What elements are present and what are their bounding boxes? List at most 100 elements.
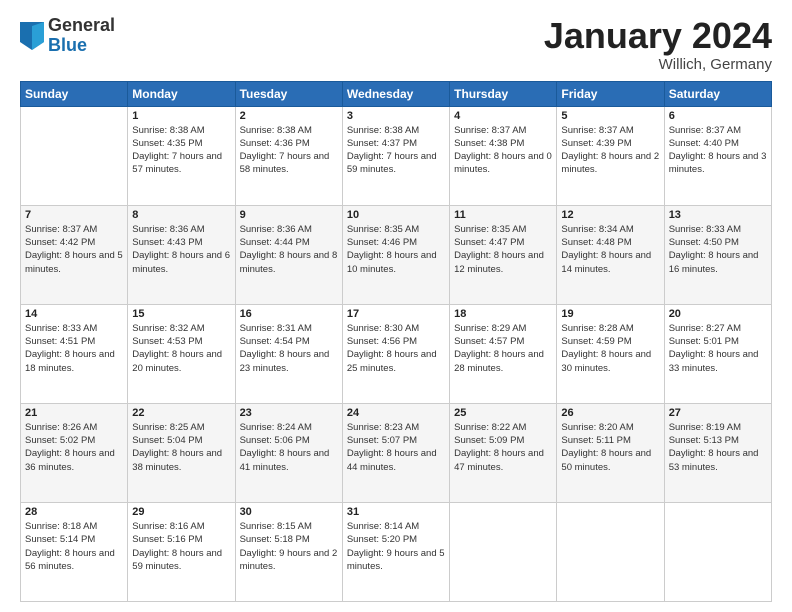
- title-month: January 2024: [544, 16, 772, 56]
- title-block: January 2024 Willich, Germany: [544, 16, 772, 73]
- day-number: 23: [240, 407, 338, 419]
- day-info: Sunrise: 8:25 AMSunset: 5:04 PMDaylight:…: [132, 421, 230, 474]
- col-friday: Friday: [557, 81, 664, 106]
- logo-blue-text: Blue: [48, 36, 115, 56]
- day-number: 19: [561, 308, 659, 320]
- calendar-week-row: 21Sunrise: 8:26 AMSunset: 5:02 PMDayligh…: [21, 403, 772, 502]
- day-info: Sunrise: 8:37 AMSunset: 4:39 PMDaylight:…: [561, 124, 659, 177]
- day-info: Sunrise: 8:30 AMSunset: 4:56 PMDaylight:…: [347, 322, 445, 375]
- day-number: 8: [132, 209, 230, 221]
- day-info: Sunrise: 8:36 AMSunset: 4:43 PMDaylight:…: [132, 223, 230, 276]
- day-number: 15: [132, 308, 230, 320]
- table-row: 30 Sunrise: 8:15 AMSunset: 5:18 PMDayligh…: [235, 502, 342, 601]
- day-number: 4: [454, 110, 552, 122]
- day-info: Sunrise: 8:34 AMSunset: 4:48 PMDaylight:…: [561, 223, 659, 276]
- logo-icon: [20, 22, 44, 50]
- day-number: 1: [132, 110, 230, 122]
- header: General Blue January 2024 Willich, Germa…: [20, 16, 772, 73]
- table-row: 13 Sunrise: 8:33 AMSunset: 4:50 PMDayligh…: [664, 205, 771, 304]
- table-row: 16Sunrise: 8:31 AMSunset: 4:54 PMDayligh…: [235, 304, 342, 403]
- day-info: Sunrise: 8:36 AMSunset: 4:44 PMDaylight:…: [240, 223, 338, 276]
- logo: General Blue: [20, 16, 115, 56]
- day-info: Sunrise: 8:37 AMSunset: 4:42 PMDaylight:…: [25, 223, 123, 276]
- day-info: Sunrise: 8:38 AMSunset: 4:36 PMDaylight:…: [240, 124, 338, 177]
- day-info: Sunrise: 8:18 AMSunset: 5:14 PMDaylight:…: [25, 520, 123, 573]
- day-info: Sunrise: 8:20 AMSunset: 5:11 PMDaylight:…: [561, 421, 659, 474]
- day-number: 20: [669, 308, 767, 320]
- table-row: 3 Sunrise: 8:38 AMSunset: 4:37 PMDaylight…: [342, 106, 449, 205]
- table-row: [557, 502, 664, 601]
- day-number: 12: [561, 209, 659, 221]
- table-row: 25 Sunrise: 8:22 AMSunset: 5:09 PMDayligh…: [450, 403, 557, 502]
- day-info: Sunrise: 8:24 AMSunset: 5:06 PMDaylight:…: [240, 421, 338, 474]
- table-row: 10Sunrise: 8:35 AMSunset: 4:46 PMDayligh…: [342, 205, 449, 304]
- calendar-week-row: 28 Sunrise: 8:18 AMSunset: 5:14 PMDayligh…: [21, 502, 772, 601]
- table-row: 15 Sunrise: 8:32 AMSunset: 4:53 PMDayligh…: [128, 304, 235, 403]
- day-info: Sunrise: 8:28 AMSunset: 4:59 PMDaylight:…: [561, 322, 659, 375]
- col-saturday: Saturday: [664, 81, 771, 106]
- page: General Blue January 2024 Willich, Germa…: [0, 0, 792, 612]
- day-number: 5: [561, 110, 659, 122]
- day-info: Sunrise: 8:37 AMSunset: 4:38 PMDaylight:…: [454, 124, 552, 177]
- day-number: 31: [347, 506, 445, 518]
- day-number: 29: [132, 506, 230, 518]
- day-info: Sunrise: 8:14 AMSunset: 5:20 PMDaylight:…: [347, 520, 445, 573]
- table-row: 2 Sunrise: 8:38 AMSunset: 4:36 PMDaylight…: [235, 106, 342, 205]
- day-info: Sunrise: 8:35 AMSunset: 4:46 PMDaylight:…: [347, 223, 445, 276]
- day-info: Sunrise: 8:15 AMSunset: 5:18 PMDaylight:…: [240, 520, 338, 573]
- table-row: 1 Sunrise: 8:38 AMSunset: 4:35 PMDaylight…: [128, 106, 235, 205]
- day-info: Sunrise: 8:27 AMSunset: 5:01 PMDaylight:…: [669, 322, 767, 375]
- calendar-week-row: 1 Sunrise: 8:38 AMSunset: 4:35 PMDaylight…: [21, 106, 772, 205]
- day-info: Sunrise: 8:33 AMSunset: 4:50 PMDaylight:…: [669, 223, 767, 276]
- table-row: 26 Sunrise: 8:20 AMSunset: 5:11 PMDayligh…: [557, 403, 664, 502]
- day-number: 26: [561, 407, 659, 419]
- day-info: Sunrise: 8:32 AMSunset: 4:53 PMDaylight:…: [132, 322, 230, 375]
- calendar-table: Sunday Monday Tuesday Wednesday Thursday…: [20, 81, 772, 602]
- table-row: 19 Sunrise: 8:28 AMSunset: 4:59 PMDayligh…: [557, 304, 664, 403]
- day-number: 28: [25, 506, 123, 518]
- day-number: 30: [240, 506, 338, 518]
- col-monday: Monday: [128, 81, 235, 106]
- day-info: Sunrise: 8:22 AMSunset: 5:09 PMDaylight:…: [454, 421, 552, 474]
- day-number: 2: [240, 110, 338, 122]
- day-info: Sunrise: 8:38 AMSunset: 4:35 PMDaylight:…: [132, 124, 230, 177]
- table-row: 17 Sunrise: 8:30 AMSunset: 4:56 PMDayligh…: [342, 304, 449, 403]
- table-row: 27Sunrise: 8:19 AMSunset: 5:13 PMDayligh…: [664, 403, 771, 502]
- table-row: 8 Sunrise: 8:36 AMSunset: 4:43 PMDaylight…: [128, 205, 235, 304]
- day-number: 17: [347, 308, 445, 320]
- day-info: Sunrise: 8:26 AMSunset: 5:02 PMDaylight:…: [25, 421, 123, 474]
- table-row: [664, 502, 771, 601]
- table-row: 9Sunrise: 8:36 AMSunset: 4:44 PMDaylight…: [235, 205, 342, 304]
- day-number: 13: [669, 209, 767, 221]
- day-number: 18: [454, 308, 552, 320]
- day-number: 14: [25, 308, 123, 320]
- day-info: Sunrise: 8:19 AMSunset: 5:13 PMDaylight:…: [669, 421, 767, 474]
- day-info: Sunrise: 8:33 AMSunset: 4:51 PMDaylight:…: [25, 322, 123, 375]
- col-thursday: Thursday: [450, 81, 557, 106]
- title-location: Willich, Germany: [544, 56, 772, 73]
- table-row: [21, 106, 128, 205]
- day-info: Sunrise: 8:16 AMSunset: 5:16 PMDaylight:…: [132, 520, 230, 573]
- day-number: 3: [347, 110, 445, 122]
- calendar-header-row: Sunday Monday Tuesday Wednesday Thursday…: [21, 81, 772, 106]
- table-row: 28 Sunrise: 8:18 AMSunset: 5:14 PMDayligh…: [21, 502, 128, 601]
- day-number: 24: [347, 407, 445, 419]
- logo-text: General Blue: [48, 16, 115, 56]
- table-row: 24 Sunrise: 8:23 AMSunset: 5:07 PMDayligh…: [342, 403, 449, 502]
- table-row: 29 Sunrise: 8:16 AMSunset: 5:16 PMDayligh…: [128, 502, 235, 601]
- day-number: 22: [132, 407, 230, 419]
- table-row: 31 Sunrise: 8:14 AMSunset: 5:20 PMDayligh…: [342, 502, 449, 601]
- table-row: 18Sunrise: 8:29 AMSunset: 4:57 PMDayligh…: [450, 304, 557, 403]
- day-number: 6: [669, 110, 767, 122]
- day-number: 11: [454, 209, 552, 221]
- day-number: 25: [454, 407, 552, 419]
- day-info: Sunrise: 8:38 AMSunset: 4:37 PMDaylight:…: [347, 124, 445, 177]
- col-wednesday: Wednesday: [342, 81, 449, 106]
- calendar-week-row: 14 Sunrise: 8:33 AMSunset: 4:51 PMDayligh…: [21, 304, 772, 403]
- day-info: Sunrise: 8:23 AMSunset: 5:07 PMDaylight:…: [347, 421, 445, 474]
- day-info: Sunrise: 8:31 AMSunset: 4:54 PMDaylight:…: [240, 322, 338, 375]
- table-row: [450, 502, 557, 601]
- table-row: 21Sunrise: 8:26 AMSunset: 5:02 PMDayligh…: [21, 403, 128, 502]
- col-tuesday: Tuesday: [235, 81, 342, 106]
- calendar-week-row: 7Sunrise: 8:37 AMSunset: 4:42 PMDaylight…: [21, 205, 772, 304]
